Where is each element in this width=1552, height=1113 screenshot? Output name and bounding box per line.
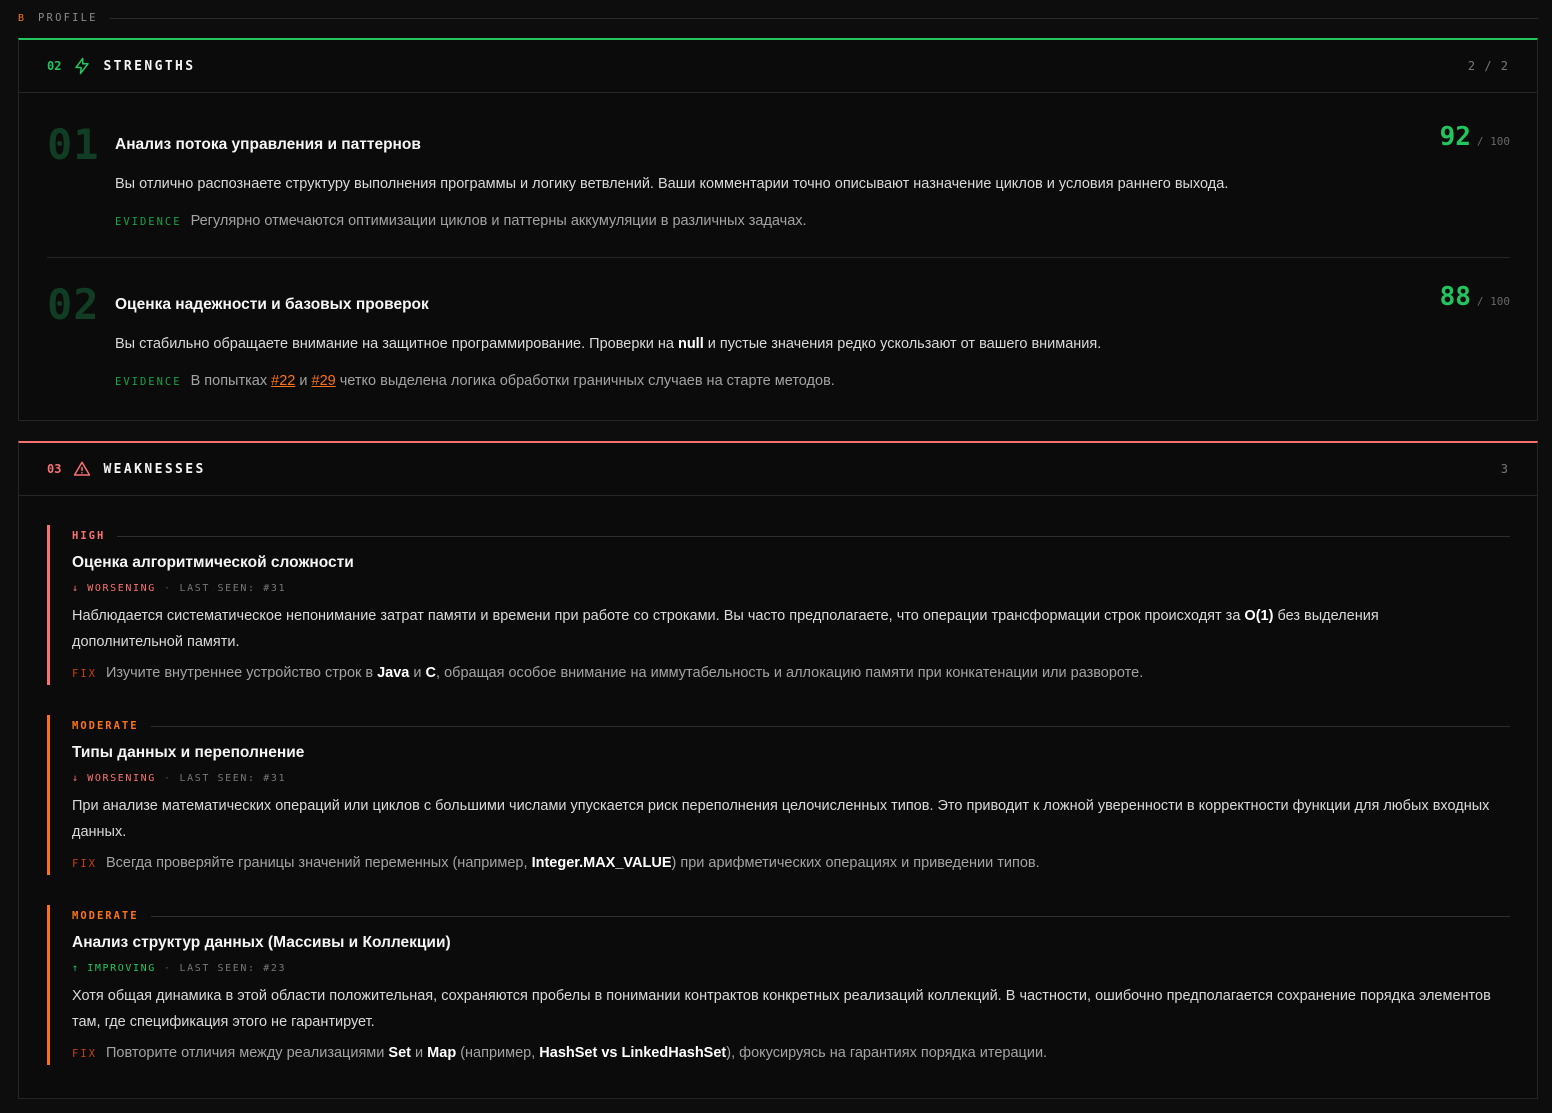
last-seen: LAST SEEN: #31 [179,773,287,784]
evidence-part: четко выделена логика обработки граничны… [335,373,835,389]
strength-evidence: EVIDENCE Регулярно отмечаются оптимизаци… [115,213,807,229]
fix-part: , обращая особое внимание на иммутабельн… [436,665,1144,681]
weakness-meta: ↑ IMPROVING · LAST SEEN: #23 [72,963,1510,974]
lightning-icon [73,57,91,75]
weakness-description: При анализе математических операций или … [72,798,1490,840]
meta-separator: · [163,773,172,784]
desc-text: Вы стабильно обращаете внимание на защит… [115,336,678,352]
severity-divider [150,915,1510,917]
trend-indicator: ↓ WORSENING [72,583,156,594]
fix-part: (например, [456,1045,540,1061]
profile-header: B PROFILE [18,11,1538,25]
section-number: 03 [47,462,62,476]
profile-badge: B [18,12,27,24]
severity-badge: MODERATE [72,910,139,922]
score-value: 88 [1439,282,1471,312]
strengths-section: 02 STRENGTHS 2 / 2 01 Анализ потока упра… [18,38,1538,421]
trend-indicator: ↑ IMPROVING [72,963,156,974]
weakness-description: Наблюдается систематическое непонимание … [72,603,1492,655]
weakness-title: Типы данных и переполнение [72,744,305,761]
strength-score: 92 / 100 [1440,122,1510,152]
meta-separator: · [163,963,172,974]
warning-triangle-icon [73,460,91,478]
fix-label: FIX [72,858,97,870]
weakness-fix: FIX Изучите внутреннее устройство строк … [72,665,1510,685]
fix-label: FIX [72,668,97,680]
fix-part: ), фокусируясь на гарантиях порядка итер… [726,1045,1048,1061]
weakness-title: Анализ структур данных (Массивы и Коллек… [72,934,451,951]
fix-code: Map [427,1045,457,1061]
fix-text: Изучите внутреннее устройство строк в Ja… [106,665,1143,681]
fix-code: Integer.MAX_VALUE [531,855,672,871]
profile-title: PROFILE [38,12,98,24]
weakness-fix: FIX Повторите отличия между реализациями… [72,1045,1510,1065]
strength-index: 02 [47,280,100,329]
fix-code: Java [377,665,410,681]
section-number: 02 [47,59,62,73]
trend-indicator: ↓ WORSENING [72,773,156,784]
section-title: STRENGTHS [103,58,196,74]
last-seen: LAST SEEN: #31 [179,583,287,594]
item-divider [47,257,1510,258]
severity-badge: MODERATE [72,720,139,732]
fix-code: C [425,665,437,681]
strength-evidence: EVIDENCE В попытках #22 и #29 четко выде… [115,373,835,389]
last-seen: LAST SEEN: #23 [179,963,287,974]
evidence-part: и [295,373,312,389]
fix-text: Повторите отличия между реализациями Set… [106,1045,1047,1061]
severity-row: MODERATE [72,909,1510,923]
score-max: / 100 [1476,295,1510,308]
strength-title: Анализ потока управления и паттернов [115,136,421,153]
evidence-label: EVIDENCE [115,376,182,388]
weakness-item: MODERATE Анализ структур данных (Массивы… [47,905,1510,1065]
desc-code: O(1) [1244,608,1274,624]
fix-label: FIX [72,1048,97,1060]
strength-title: Оценка надежности и базовых проверок [115,296,429,313]
evidence-label: EVIDENCE [115,216,182,228]
severity-divider [117,535,1510,537]
section-title: WEAKNESSES [103,461,206,477]
weakness-item: HIGH Оценка алгоритмической сложности ↓ … [47,525,1510,685]
strength-description: Вы отлично распознаете структуру выполне… [115,176,1229,192]
weakness-fix: FIX Всегда проверяйте границы значений п… [72,855,1510,875]
desc-text: Наблюдается систематическое непонимание … [72,608,1245,624]
weakness-description: Хотя общая динамика в этой области полож… [72,988,1491,1030]
section-count: 2 / 2 [1467,59,1509,73]
weakness-title: Оценка алгоритмической сложности [72,554,354,571]
desc-code: null [677,336,704,352]
fix-code: HashSet vs LinkedHashSet [539,1045,727,1061]
evidence-part: В попытках [190,373,272,389]
strengths-header: 02 STRENGTHS 2 / 2 [19,40,1537,93]
weaknesses-header: 03 WEAKNESSES 3 [19,443,1537,496]
fix-text: Всегда проверяйте границы значений перем… [106,855,1040,871]
score-max: / 100 [1476,135,1510,148]
severity-row: MODERATE [72,719,1510,733]
fix-part: и [409,665,426,681]
fix-code: Set [388,1045,411,1061]
severity-row: HIGH [72,529,1510,543]
meta-separator: · [163,583,172,594]
fix-part: Повторите отличия между реализациями [105,1045,389,1061]
header-divider [109,17,1538,19]
weakness-meta: ↓ WORSENING · LAST SEEN: #31 [72,583,1510,594]
desc-text: и пустые значения редко ускользают от ва… [703,336,1102,352]
strength-score: 88 / 100 [1440,282,1510,312]
attempt-link[interactable]: #29 [312,373,336,389]
fix-part: ) при арифметических операциях и приведе… [671,855,1040,871]
evidence-text: В попытках #22 и #29 четко выделена логи… [191,373,835,389]
severity-badge: HIGH [72,530,106,542]
fix-part: Изучите внутреннее устройство строк в [105,665,378,681]
severity-divider [150,725,1510,727]
weaknesses-section: 03 WEAKNESSES 3 HIGH Оценка алгоритмичес… [18,441,1538,1099]
weakness-meta: ↓ WORSENING · LAST SEEN: #31 [72,773,1510,784]
section-count: 3 [1500,462,1509,476]
attempt-link[interactable]: #22 [271,373,295,389]
fix-part: Всегда проверяйте границы значений перем… [105,855,532,871]
score-value: 92 [1439,122,1471,152]
fix-part: и [411,1045,428,1061]
strength-index: 01 [47,120,100,169]
strength-description: Вы стабильно обращаете внимание на защит… [115,336,1101,352]
weakness-item: MODERATE Типы данных и переполнение ↓ WO… [47,715,1510,875]
evidence-text: Регулярно отмечаются оптимизации циклов … [190,213,807,229]
